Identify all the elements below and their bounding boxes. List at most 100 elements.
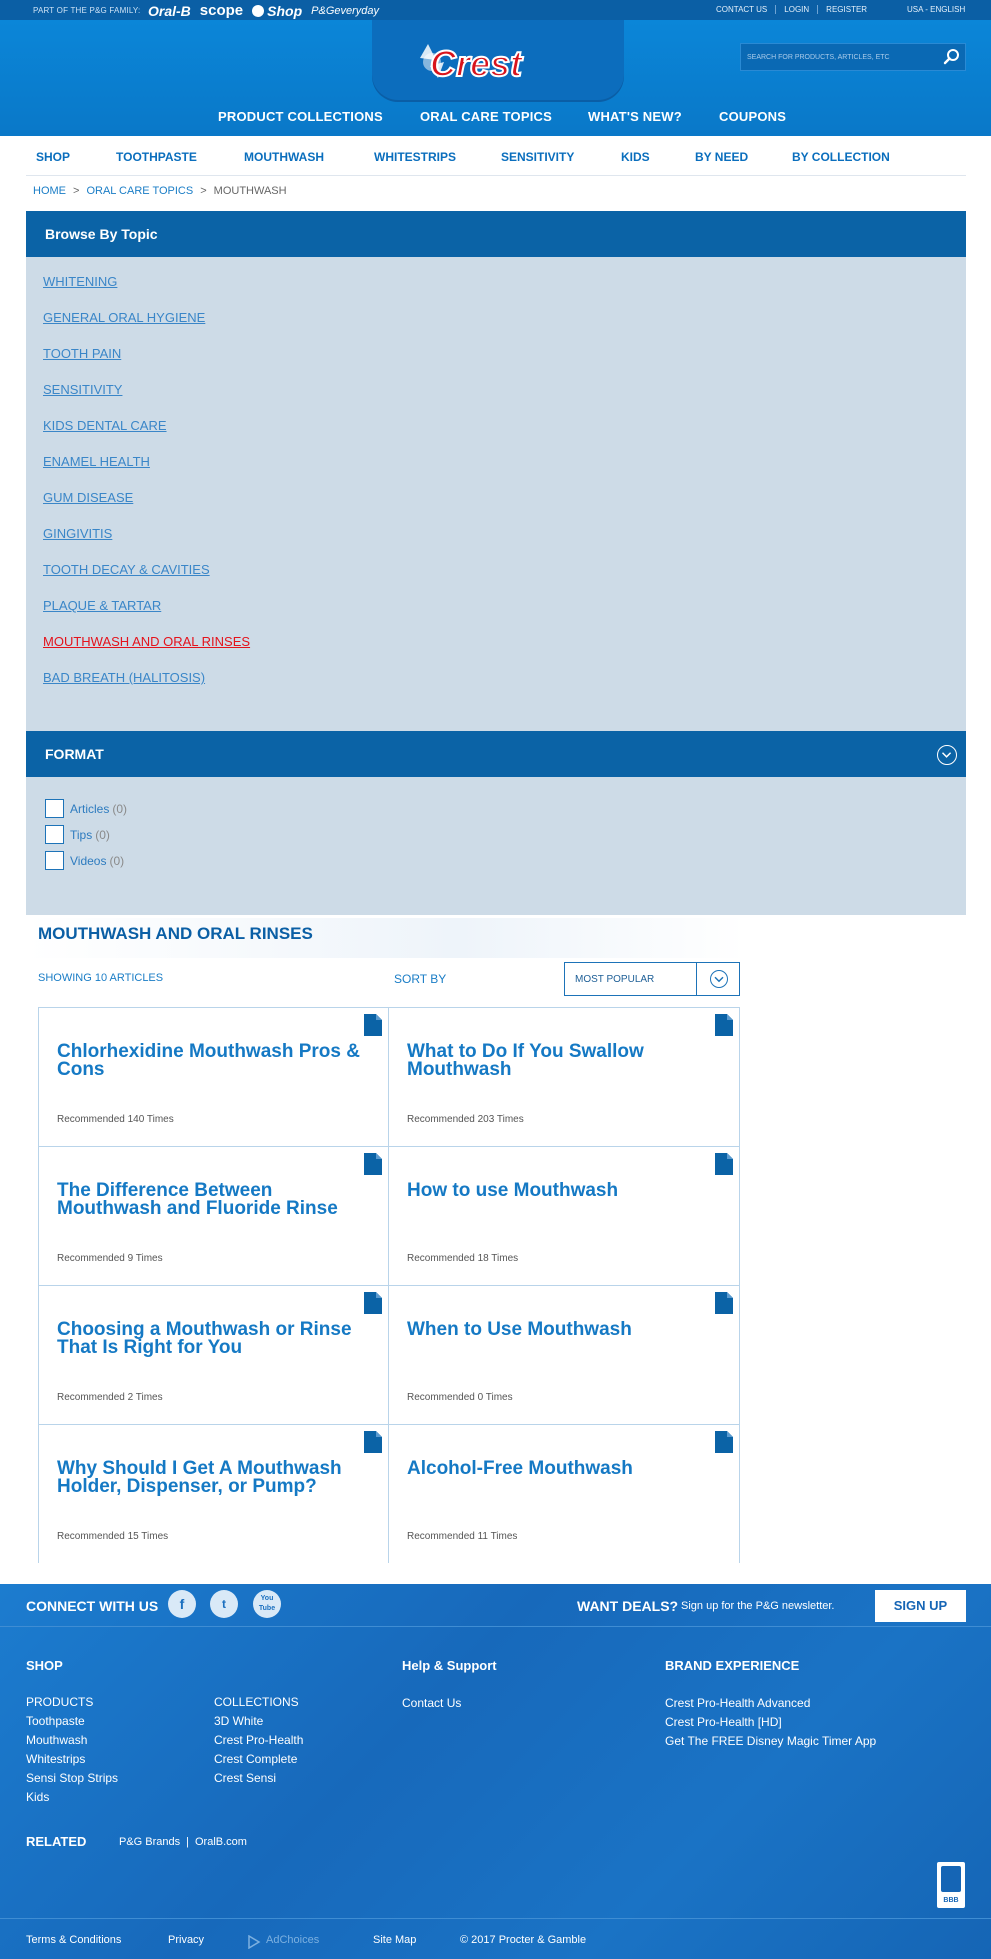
topic-link-mouthwash-active[interactable]: MOUTHWASH AND ORAL RINSES: [43, 634, 250, 649]
footer-link[interactable]: COLLECTIONS: [214, 1695, 299, 1709]
footer-link[interactable]: Toothpaste: [26, 1714, 85, 1728]
facebook-icon[interactable]: f: [168, 1590, 196, 1618]
register-link[interactable]: REGISTER: [818, 5, 875, 14]
oralb-link[interactable]: OralB.com: [195, 1836, 247, 1848]
breadcrumb-home[interactable]: HOME: [33, 185, 66, 197]
search-input[interactable]: [747, 49, 937, 65]
footer-link[interactable]: Mouthwash: [26, 1733, 87, 1747]
topic-link-plaque-tartar[interactable]: PLAQUE & TARTAR: [43, 598, 161, 613]
footer-link[interactable]: Get The FREE Disney Magic Timer App: [665, 1734, 876, 1748]
topic-link-gum-disease[interactable]: GUM DISEASE: [43, 490, 133, 505]
topic-link-tooth-pain[interactable]: TOOTH PAIN: [43, 346, 121, 361]
footer-link[interactable]: Sensi Stop Strips: [26, 1771, 118, 1785]
nav-coupons[interactable]: COUPONS: [719, 109, 786, 124]
search-icon[interactable]: [943, 48, 961, 66]
topic-link-gingivitis[interactable]: GINGIVITIS: [43, 526, 112, 541]
article-title[interactable]: Choosing a Mouthwash or Rinse That Is Ri…: [57, 1320, 367, 1357]
privacy-link[interactable]: Privacy: [168, 1934, 204, 1946]
terms-link[interactable]: Terms & Conditions: [26, 1934, 121, 1946]
article-card[interactable]: Why Should I Get A Mouthwash Holder, Dis…: [39, 1425, 389, 1563]
footer-link[interactable]: Crest Pro-Health Advanced: [665, 1696, 810, 1710]
adchoices-link[interactable]: AdChoices: [266, 1934, 319, 1946]
brand-link-pg-everyday[interactable]: P&Geveryday: [311, 5, 379, 17]
article-title[interactable]: Chlorhexidine Mouthwash Pros & Cons: [57, 1042, 367, 1079]
article-title[interactable]: What to Do If You Swallow Mouthwash: [407, 1042, 717, 1079]
brand-link-pg-shop[interactable]: Shop: [252, 3, 302, 19]
sort-divider: [696, 963, 697, 995]
sign-up-button[interactable]: SIGN UP: [875, 1590, 966, 1622]
footer-link[interactable]: Kids: [26, 1790, 49, 1804]
subnav-by-need[interactable]: BY NEED: [695, 150, 748, 164]
locale-selector[interactable]: USA - ENGLISH: [907, 5, 965, 14]
footer-link[interactable]: Crest Sensi: [214, 1771, 276, 1785]
topic-link-bad-breath[interactable]: BAD BREATH (HALITOSIS): [43, 670, 205, 685]
filter-tips[interactable]: Tips (0): [45, 825, 110, 844]
pg-logo-icon: [252, 4, 265, 17]
contact-us-link[interactable]: CONTACT US: [716, 5, 777, 14]
nav-product-collections[interactable]: PRODUCT COLLECTIONS: [218, 109, 383, 124]
subnav-shop[interactable]: SHOP: [36, 150, 70, 164]
subnav-mouthwash[interactable]: MOUTHWASH: [244, 150, 324, 164]
topic-link-enamel-health[interactable]: ENAMEL HEALTH: [43, 454, 150, 469]
subnav-sensitivity[interactable]: SENSITIVITY: [501, 150, 574, 164]
article-card[interactable]: What to Do If You Swallow Mouthwash Reco…: [389, 1008, 739, 1147]
chevron-down-icon[interactable]: [710, 970, 728, 988]
footer-link[interactable]: Crest Complete: [214, 1752, 297, 1766]
article-card[interactable]: Alcohol-Free Mouthwash Recommended 11 Ti…: [389, 1425, 739, 1563]
article-card[interactable]: How to use Mouthwash Recommended 18 Time…: [389, 1147, 739, 1286]
filter-articles[interactable]: Articles (0): [45, 799, 127, 818]
bbb-badge[interactable]: BBB: [937, 1862, 965, 1908]
footer-link[interactable]: Crest Pro-Health [HD]: [665, 1715, 782, 1729]
topic-link-tooth-decay[interactable]: TOOTH DECAY & CAVITIES: [43, 562, 210, 577]
filter-videos-count: (0): [109, 853, 125, 868]
article-card[interactable]: Chlorhexidine Mouthwash Pros & Cons Reco…: [39, 1008, 389, 1147]
sort-dropdown[interactable]: MOST POPULAR: [564, 962, 740, 996]
login-link[interactable]: LOGIN: [776, 5, 819, 14]
related-heading: RELATED: [26, 1834, 87, 1849]
topic-link-whitening[interactable]: WHITENING: [43, 274, 117, 289]
document-icon: [715, 1431, 733, 1453]
topic-link-general-oral-hygiene[interactable]: GENERAL ORAL HYGIENE: [43, 310, 205, 325]
article-recommended-count: Recommended 11 Times: [407, 1531, 518, 1542]
subnav-kids[interactable]: KIDS: [621, 150, 650, 164]
article-card[interactable]: The Difference Between Mouthwash and Flu…: [39, 1147, 389, 1286]
filter-tips-checkbox[interactable]: [45, 825, 64, 844]
subnav-whitestrips[interactable]: WHITESTRIPS: [374, 150, 456, 164]
subnav-by-collection[interactable]: BY COLLECTION: [792, 150, 890, 164]
site-map-link[interactable]: Site Map: [373, 1934, 416, 1946]
twitter-icon[interactable]: t: [210, 1590, 238, 1618]
article-card[interactable]: When to Use Mouthwash Recommended 0 Time…: [389, 1286, 739, 1425]
pg-brands-link[interactable]: P&G Brands: [119, 1836, 180, 1848]
topic-link-sensitivity[interactable]: SENSITIVITY: [43, 382, 122, 397]
filter-articles-checkbox[interactable]: [45, 799, 64, 818]
article-title[interactable]: Why Should I Get A Mouthwash Holder, Dis…: [57, 1459, 367, 1496]
article-title[interactable]: How to use Mouthwash: [407, 1181, 717, 1200]
youtube-icon[interactable]: You Tube: [253, 1590, 281, 1618]
article-title[interactable]: Alcohol-Free Mouthwash: [407, 1459, 717, 1478]
article-title[interactable]: When to Use Mouthwash: [407, 1320, 717, 1339]
footer-link[interactable]: 3D White: [214, 1714, 263, 1728]
footer-contact-us-link[interactable]: Contact Us: [402, 1696, 461, 1710]
document-icon: [715, 1292, 733, 1314]
adchoices-icon[interactable]: [247, 1935, 261, 1949]
chevron-down-icon[interactable]: [937, 745, 957, 765]
article-title[interactable]: The Difference Between Mouthwash and Flu…: [57, 1181, 367, 1218]
article-recommended-count: Recommended 9 Times: [57, 1253, 163, 1264]
filter-videos[interactable]: Videos (0): [45, 851, 124, 870]
brand-link-scope[interactable]: scope: [200, 2, 243, 19]
nav-whats-new[interactable]: WHAT'S NEW?: [588, 109, 682, 124]
format-filter-header[interactable]: FORMAT: [26, 731, 966, 777]
article-card[interactable]: Choosing a Mouthwash or Rinse That Is Ri…: [39, 1286, 389, 1425]
filter-videos-checkbox[interactable]: [45, 851, 64, 870]
brand-link-oralb[interactable]: Oral-B: [148, 3, 191, 19]
subnav-toothpaste[interactable]: TOOTHPASTE: [116, 150, 197, 164]
footer-link[interactable]: Whitestrips: [26, 1752, 85, 1766]
topic-link-kids-dental-care[interactable]: KIDS DENTAL CARE: [43, 418, 167, 433]
nav-oral-care-topics[interactable]: ORAL CARE TOPICS: [420, 109, 552, 124]
footer-link[interactable]: PRODUCTS: [26, 1695, 93, 1709]
footer-link[interactable]: Crest Pro-Health: [214, 1733, 303, 1747]
breadcrumb-oral-care-topics[interactable]: ORAL CARE TOPICS: [86, 185, 193, 197]
article-grid: Chlorhexidine Mouthwash Pros & Cons Reco…: [38, 1007, 740, 1563]
crest-logo[interactable]: Crest: [416, 36, 566, 88]
sort-by-label: SORT BY: [394, 972, 447, 986]
